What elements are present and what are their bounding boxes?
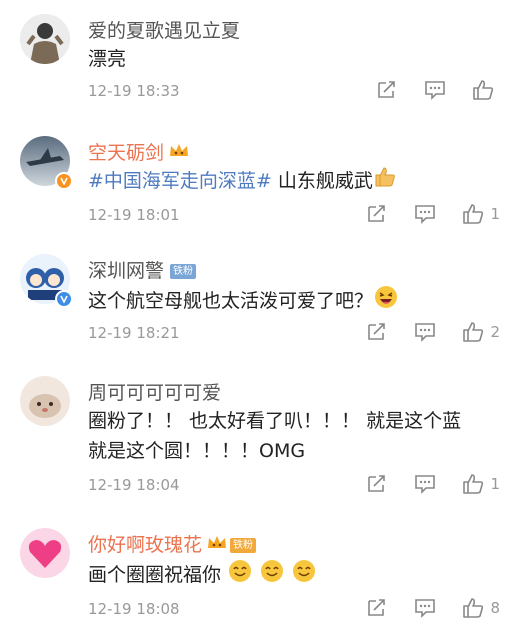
- like-count: 1: [490, 205, 500, 223]
- like-count: 1: [490, 475, 500, 493]
- reply-button[interactable]: [414, 322, 436, 342]
- username-text: 你好啊玫瑰花: [88, 534, 203, 556]
- thumbs-up-icon: [473, 80, 494, 100]
- comment-text: #中国海军走向深蓝# 山东舰威武: [88, 166, 397, 197]
- username[interactable]: 深圳网警 铁粉: [88, 256, 197, 283]
- avatar[interactable]: [20, 528, 70, 578]
- reply-button[interactable]: [414, 598, 436, 618]
- avatar[interactable]: [20, 376, 70, 426]
- comment-actions: 2: [340, 322, 500, 342]
- share-icon: [368, 475, 386, 492]
- verified-badge-icon: [55, 290, 73, 308]
- username[interactable]: 爱的夏歌遇见立夏: [88, 16, 240, 43]
- comment-text-body: 画个圈圈祝福你: [88, 564, 222, 586]
- comment-icon: [415, 599, 436, 618]
- fan-badge: 铁粉: [170, 264, 197, 279]
- thumbs-up-emoji-icon: [373, 166, 397, 197]
- like-button[interactable]: [472, 80, 500, 100]
- comment-text: 这个航空母舰也太活泼可爱了吧？: [88, 284, 399, 319]
- comment-icon: [415, 205, 436, 224]
- comment-icon: [415, 323, 436, 342]
- like-count: 8: [490, 599, 500, 617]
- laughing-emoji-icon: [373, 284, 399, 319]
- comment-text-line: 就是这个圆！！！！OMG: [88, 440, 306, 462]
- share-button[interactable]: [366, 204, 388, 224]
- share-button[interactable]: [376, 80, 398, 100]
- comment-item: 深圳网警 铁粉 这个航空母舰也太活泼可爱了吧？ 12-19 18:21 2: [0, 240, 530, 360]
- fan-badge: 铁粉: [230, 538, 257, 553]
- smile-emoji-icon: [291, 558, 317, 593]
- reply-button[interactable]: [424, 80, 446, 100]
- comment-icon: [415, 475, 436, 494]
- comment-text: 圈粉了！！ 也太好看了叭！！！ 就是这个蓝 就是这个圆！！！！OMG: [88, 406, 461, 466]
- comment-actions: 1: [340, 204, 500, 224]
- share-icon: [368, 323, 386, 340]
- comment-icon: [425, 81, 445, 100]
- like-button[interactable]: 1: [462, 204, 500, 224]
- comment-actions: [350, 80, 500, 100]
- share-icon: [368, 205, 386, 222]
- share-icon: [378, 81, 395, 98]
- avatar[interactable]: [20, 14, 70, 64]
- username-text: 空天砺剑: [88, 142, 165, 164]
- fan-crown-icon: [168, 142, 190, 165]
- share-icon: [368, 599, 386, 616]
- comment-item: 你好啊玫瑰花 铁粉 画个圈圈祝福你 12-19 18:08 8: [0, 514, 530, 642]
- share-button[interactable]: [366, 322, 388, 342]
- username-text: 深圳网警: [88, 260, 165, 282]
- username[interactable]: 你好啊玫瑰花 铁粉: [88, 530, 257, 557]
- timestamp: 12-19 18:33: [88, 82, 180, 100]
- comment-item: 空天砺剑 #中国海军走向深蓝# 山东舰威武 12-19 18:01 1: [0, 122, 530, 237]
- comment-item: 爱的夏歌遇见立夏 漂亮 12-19 18:33: [0, 0, 530, 120]
- comment-actions: 8: [340, 598, 500, 618]
- fan-crown-icon: [206, 534, 228, 557]
- like-count: 2: [490, 323, 500, 341]
- thumbs-up-icon: [463, 598, 484, 618]
- smile-emoji-icon: [259, 558, 285, 593]
- username[interactable]: 周可可可可可爱: [88, 378, 221, 405]
- timestamp: 12-19 18:04: [88, 476, 180, 494]
- like-button[interactable]: 8: [462, 598, 500, 618]
- thumbs-up-icon: [463, 474, 484, 494]
- comment-text-body: 山东舰威武: [271, 170, 373, 192]
- reply-button[interactable]: [414, 474, 436, 494]
- timestamp: 12-19 18:21: [88, 324, 180, 342]
- reply-button[interactable]: [414, 204, 436, 224]
- comment-text: 漂亮: [88, 48, 127, 70]
- share-button[interactable]: [366, 598, 388, 618]
- comment-text: 画个圈圈祝福你: [88, 558, 317, 593]
- thumbs-up-icon: [463, 204, 484, 224]
- comment-text-line: 圈粉了！！ 也太好看了叭！！！ 就是这个蓝: [88, 410, 462, 432]
- comment-text-body: 这个航空母舰也太活泼可爱了吧？: [88, 290, 374, 312]
- smile-emoji-icon: [227, 558, 253, 593]
- thumbs-up-icon: [463, 322, 484, 342]
- like-button[interactable]: 1: [462, 474, 500, 494]
- timestamp: 12-19 18:08: [88, 600, 180, 618]
- comment-actions: 1: [340, 474, 500, 494]
- timestamp: 12-19 18:01: [88, 206, 180, 224]
- like-button[interactable]: 2: [462, 322, 500, 342]
- topic-link[interactable]: #中国海军走向深蓝#: [88, 170, 272, 192]
- share-button[interactable]: [366, 474, 388, 494]
- comment-item: 周可可可可可爱 圈粉了！！ 也太好看了叭！！！ 就是这个蓝 就是这个圆！！！！O…: [0, 362, 530, 510]
- username[interactable]: 空天砺剑: [88, 138, 190, 165]
- verified-badge-icon: [55, 172, 73, 190]
